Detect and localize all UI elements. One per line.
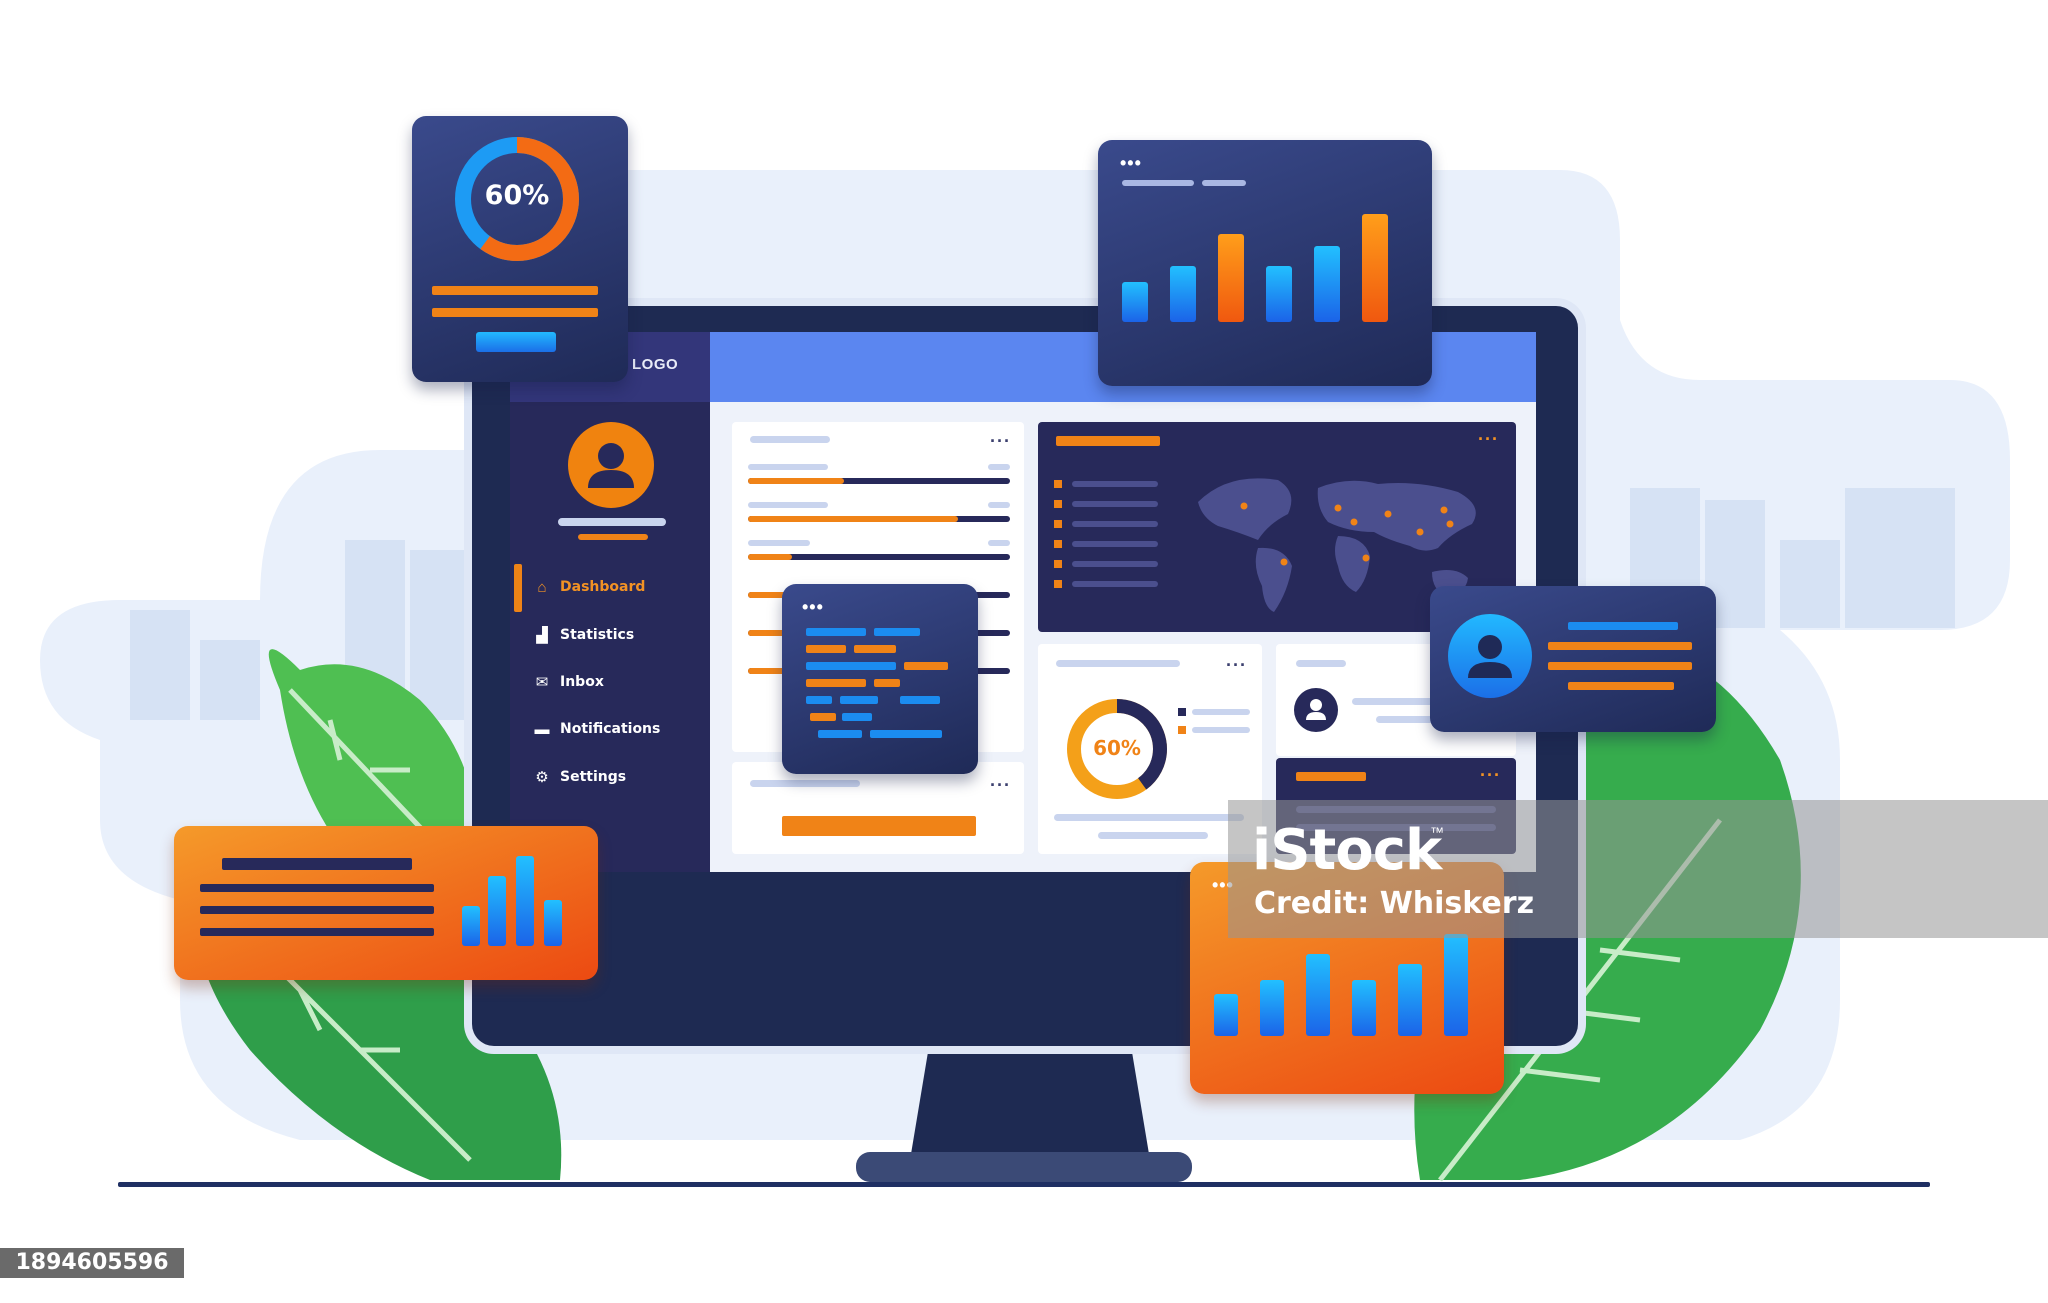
user-icon xyxy=(1306,699,1326,720)
illustration-scene: LOGO ⌂ Dashboard ▟ Statistics ✉ Inbox ▬ … xyxy=(0,0,2048,1303)
map-legend xyxy=(1054,480,1158,588)
more-icon[interactable]: ··· xyxy=(990,776,1011,794)
chart-title-placeholder xyxy=(1202,180,1246,186)
more-icon[interactable]: ··· xyxy=(1478,430,1499,448)
bar-chart-card: ••• xyxy=(1098,140,1432,386)
nav-label: Statistics xyxy=(560,627,635,643)
user-icon xyxy=(588,443,634,488)
mail-icon: ✉ xyxy=(535,674,549,691)
progress-line xyxy=(432,308,598,317)
nav-label: Settings xyxy=(560,769,627,785)
card-title-placeholder xyxy=(1056,660,1180,667)
gear-icon: ⚙ xyxy=(535,769,549,786)
nav-label: Notifications xyxy=(560,721,661,737)
summary-line xyxy=(200,906,434,914)
chart-bar xyxy=(544,900,562,946)
monitor-screen: LOGO ⌂ Dashboard ▟ Statistics ✉ Inbox ▬ … xyxy=(510,332,1536,872)
chart-bar xyxy=(1352,980,1376,1036)
logo-text: LOGO xyxy=(632,356,679,373)
donut-label: 60% xyxy=(1093,736,1141,760)
chart-bar xyxy=(1260,980,1284,1036)
action-card: ··· xyxy=(732,762,1024,854)
chart-bar xyxy=(1398,964,1422,1036)
user-name-placeholder xyxy=(558,518,666,526)
watermark-credit: Credit: Whiskerz xyxy=(1254,886,1535,921)
user-avatar[interactable] xyxy=(568,422,654,508)
chart-bar xyxy=(1306,954,1330,1036)
more-icon[interactable]: ··· xyxy=(1226,656,1247,674)
home-icon: ⌂ xyxy=(537,579,547,596)
caption-placeholder xyxy=(1098,832,1208,839)
chart-title-placeholder xyxy=(1122,180,1194,186)
panel-title-placeholder xyxy=(1056,436,1160,446)
profile-avatar[interactable] xyxy=(1448,614,1532,698)
profile-card xyxy=(1430,586,1716,732)
window-dots-icon: ••• xyxy=(1120,153,1142,173)
profile-line xyxy=(1568,622,1678,630)
action-button[interactable] xyxy=(782,816,976,836)
watermark-logo: iStock xyxy=(1252,818,1442,883)
donut-legend xyxy=(1178,708,1250,734)
nav-item-statistics[interactable]: ▟ Statistics xyxy=(510,616,710,656)
summary-line xyxy=(200,884,434,892)
window-dots-icon: ••• xyxy=(802,597,824,617)
progress-label: 60% xyxy=(484,180,550,211)
more-icon[interactable]: ··· xyxy=(990,432,1011,450)
nav-label: Inbox xyxy=(560,674,604,690)
nav-item-notifications[interactable]: ▬ Notifications xyxy=(510,710,710,750)
user-icon xyxy=(1468,635,1512,678)
nav-item-inbox[interactable]: ✉ Inbox xyxy=(510,663,710,703)
card-title-placeholder xyxy=(1296,660,1346,667)
progress-line xyxy=(432,286,598,295)
more-icon[interactable]: ··· xyxy=(1480,766,1501,784)
nav-label: Dashboard xyxy=(560,579,646,595)
code-card: ••• xyxy=(782,584,978,774)
stock-id-label: 1894605596 xyxy=(0,1248,184,1278)
chart-bar xyxy=(1170,266,1196,322)
chart-bar xyxy=(1314,246,1340,322)
card-title-placeholder xyxy=(750,780,860,787)
progress-button[interactable] xyxy=(476,332,556,352)
profile-line xyxy=(1548,662,1692,670)
sidebar: LOGO ⌂ Dashboard ▟ Statistics ✉ Inbox ▬ … xyxy=(510,332,710,872)
profile-line xyxy=(1568,682,1674,690)
code-lines xyxy=(806,628,948,738)
chart-bar xyxy=(1444,934,1468,1036)
contact-avatar[interactable] xyxy=(1294,688,1338,732)
panel-title-placeholder xyxy=(1296,772,1366,781)
progress-card: 60% xyxy=(412,116,628,382)
chart-bar xyxy=(488,876,506,946)
summary-line xyxy=(222,858,412,870)
orange-summary-card xyxy=(174,826,598,980)
chart-bar xyxy=(1266,266,1292,322)
chart-bar xyxy=(1218,234,1244,322)
caption-placeholder xyxy=(1054,814,1244,821)
chart-bar xyxy=(462,906,480,946)
chart-bar xyxy=(1214,994,1238,1036)
summary-line xyxy=(200,928,434,936)
chat-icon: ▬ xyxy=(534,721,550,738)
card-title-placeholder xyxy=(750,436,830,443)
chart-bar xyxy=(1122,282,1148,322)
nav-item-dashboard[interactable]: ⌂ Dashboard xyxy=(510,568,710,608)
bar-chart-icon: ▟ xyxy=(536,627,548,644)
chart-bar xyxy=(516,856,534,946)
user-role-placeholder xyxy=(578,534,648,540)
chart-bar xyxy=(1362,214,1388,322)
nav-item-settings[interactable]: ⚙ Settings xyxy=(510,758,710,798)
watermark-trademark: ™ xyxy=(1430,824,1444,840)
profile-line xyxy=(1548,642,1692,650)
